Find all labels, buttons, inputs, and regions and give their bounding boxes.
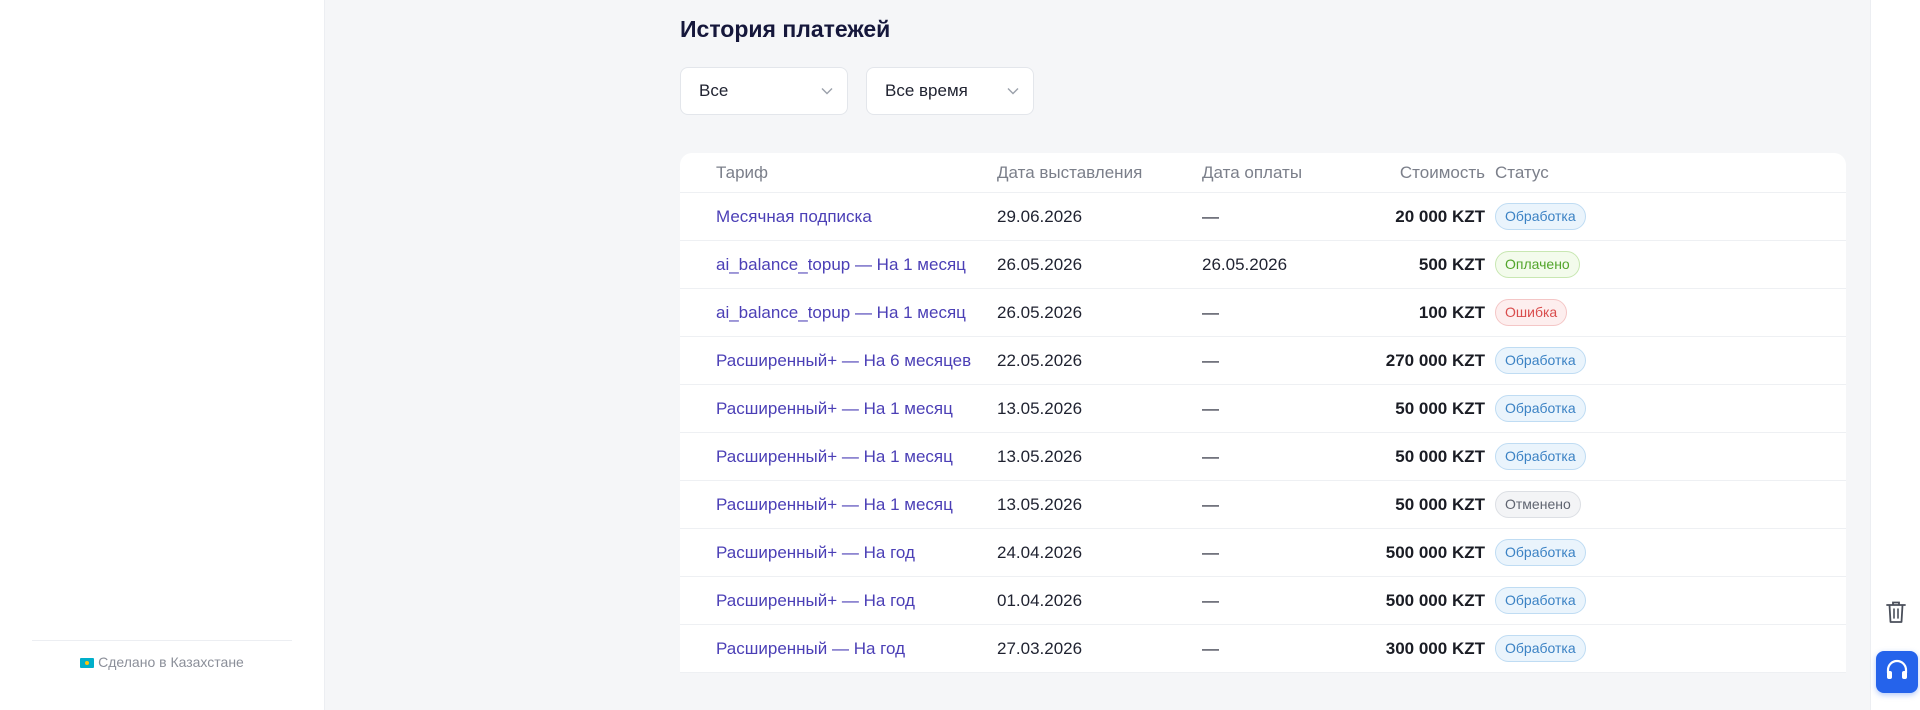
issued-date: 13.05.2026: [997, 398, 1083, 418]
cost-value: 300 000 KZT: [1385, 638, 1485, 658]
cost-value: 100 KZT: [1418, 302, 1485, 322]
period-filter-value: Все время: [885, 81, 968, 100]
status-badge: Отменено: [1495, 491, 1581, 518]
issued-date: 13.05.2026: [997, 446, 1083, 466]
paid-date: —: [1202, 206, 1219, 226]
plan-link[interactable]: Расширенный+ — На год: [716, 543, 915, 562]
paid-date: 26.05.2026: [1202, 254, 1288, 274]
column-header-issued: Дата выставления: [997, 162, 1143, 182]
cost-value: 500 000 KZT: [1385, 542, 1485, 562]
table-row: Расширенный+ — На год 01.04.2026 — 500 0…: [680, 577, 1846, 625]
status-badge: Обработка: [1495, 347, 1586, 374]
paid-date: —: [1202, 638, 1219, 658]
period-filter-select[interactable]: Все время: [866, 67, 1034, 115]
plan-link[interactable]: Расширенный+ — На 1 месяц: [716, 447, 953, 466]
cost-value: 20 000 KZT: [1395, 206, 1485, 226]
table-row: ai_balance_topup — На 1 месяц 26.05.2026…: [680, 241, 1846, 289]
payments-table: Тариф Дата выставления Дата оплаты Стоим…: [680, 153, 1846, 673]
trash-button[interactable]: [1883, 599, 1909, 629]
cost-value: 270 000 KZT: [1385, 350, 1485, 370]
trash-icon: [1885, 600, 1907, 629]
paid-date: —: [1202, 446, 1219, 466]
paid-date: —: [1202, 494, 1219, 514]
issued-date: 26.05.2026: [997, 254, 1083, 274]
sidebar: Сделано в Казахстане: [0, 0, 325, 710]
filters: Все Все время: [680, 67, 1034, 115]
column-header-paid: Дата оплаты: [1202, 162, 1303, 182]
table-row: Расширенный+ — На год 24.04.2026 — 500 0…: [680, 529, 1846, 577]
status-badge: Обработка: [1495, 395, 1586, 422]
issued-date: 22.05.2026: [997, 350, 1083, 370]
plan-link[interactable]: Расширенный+ — На год: [716, 591, 915, 610]
table-row: ai_balance_topup — На 1 месяц 26.05.2026…: [680, 289, 1846, 337]
issued-date: 26.05.2026: [997, 302, 1083, 322]
support-chat-button[interactable]: [1876, 651, 1918, 693]
made-in-kazakhstan-label: Сделано в Казахстане: [98, 654, 244, 670]
plan-link[interactable]: Расширенный — На год: [716, 639, 905, 658]
issued-date: 29.06.2026: [997, 206, 1083, 226]
page-title: История платежей: [680, 16, 891, 42]
table-row: Расширенный+ — На 1 месяц 13.05.2026 — 5…: [680, 385, 1846, 433]
table-row: Расширенный — На год 27.03.2026 — 300 00…: [680, 625, 1846, 673]
status-badge: Обработка: [1495, 635, 1586, 662]
cost-value: 50 000 KZT: [1395, 398, 1485, 418]
status-badge: Обработка: [1495, 203, 1586, 230]
paid-date: —: [1202, 542, 1219, 562]
status-filter-select[interactable]: Все: [680, 67, 848, 115]
plan-link[interactable]: Месячная подписка: [716, 207, 872, 226]
paid-date: —: [1202, 590, 1219, 610]
issued-date: 01.04.2026: [997, 590, 1083, 610]
plan-link[interactable]: Расширенный+ — На 1 месяц: [716, 495, 953, 514]
table-row: Расширенный+ — На 1 месяц 13.05.2026 — 5…: [680, 481, 1846, 529]
table-row: Расширенный+ — На 1 месяц 13.05.2026 — 5…: [680, 433, 1846, 481]
plan-link[interactable]: ai_balance_topup — На 1 месяц: [716, 255, 966, 274]
issued-date: 13.05.2026: [997, 494, 1083, 514]
chevron-down-icon: [821, 87, 833, 95]
status-filter-value: Все: [699, 81, 729, 100]
status-badge: Оплачено: [1495, 251, 1580, 278]
paid-date: —: [1202, 350, 1219, 370]
kazakhstan-flag-icon: [80, 658, 95, 668]
column-header-status: Статус: [1495, 162, 1549, 182]
status-badge: Обработка: [1495, 587, 1586, 614]
status-badge: Обработка: [1495, 539, 1586, 566]
column-header-plan: Тариф: [716, 162, 769, 182]
status-badge: Ошибка: [1495, 299, 1568, 326]
table-header: Тариф Дата выставления Дата оплаты Стоим…: [680, 153, 1846, 193]
column-header-cost: Стоимость: [1399, 162, 1485, 182]
cost-value: 50 000 KZT: [1395, 494, 1485, 514]
cost-value: 500 000 KZT: [1385, 590, 1485, 610]
issued-date: 24.04.2026: [997, 542, 1083, 562]
table-row: Расширенный+ — На 6 месяцев 22.05.2026 —…: [680, 337, 1846, 385]
cost-value: 500 KZT: [1418, 254, 1485, 274]
paid-date: —: [1202, 398, 1219, 418]
paid-date: —: [1202, 302, 1219, 322]
plan-link[interactable]: Расширенный+ — На 6 месяцев: [716, 351, 971, 370]
plan-link[interactable]: ai_balance_topup — На 1 месяц: [716, 303, 966, 322]
table-row: Месячная подписка 29.06.2026 — 20 000 KZ…: [680, 193, 1846, 241]
sidebar-footer: Сделано в Казахстане: [32, 640, 292, 670]
plan-link[interactable]: Расширенный+ — На 1 месяц: [716, 399, 953, 418]
headphones-icon: [1884, 658, 1910, 687]
status-badge: Обработка: [1495, 443, 1586, 470]
cost-value: 50 000 KZT: [1395, 446, 1485, 466]
chevron-down-icon: [1007, 87, 1019, 95]
issued-date: 27.03.2026: [997, 638, 1083, 658]
